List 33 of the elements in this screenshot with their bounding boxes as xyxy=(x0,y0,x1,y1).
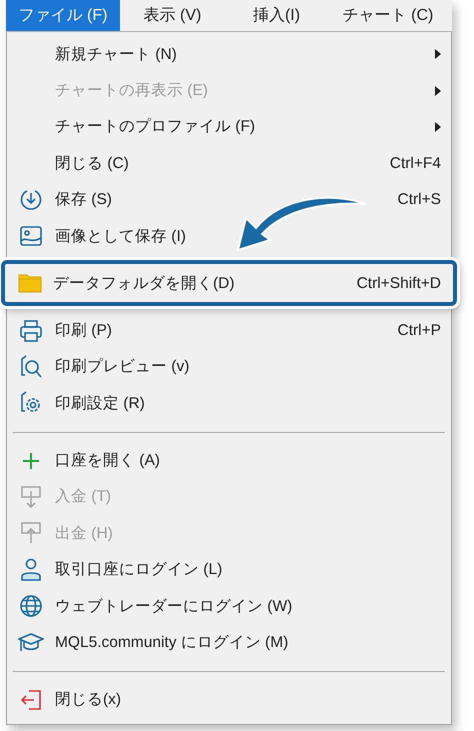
menu-item[interactable]: チャートのプロファイル (F) xyxy=(7,108,451,146)
menu-item[interactable]: 保存 (S) Ctrl+S xyxy=(7,182,451,218)
menu-bar-item[interactable]: チャート (C) xyxy=(328,0,448,31)
shortcut-text: Ctrl+F4 xyxy=(390,154,441,174)
globe-icon xyxy=(19,594,43,618)
shortcut-text: Ctrl+P xyxy=(398,320,441,341)
print-preview-icon xyxy=(19,354,43,379)
printer-icon xyxy=(19,318,43,343)
deposit-icon xyxy=(20,485,42,510)
menu-item[interactable]: 印刷プレビュー (v) xyxy=(7,348,451,386)
menu-item[interactable]: 閉じる (C) Ctrl+F4 xyxy=(7,145,451,182)
plus-icon xyxy=(21,450,41,471)
menu-bar-item[interactable]: ファイル (F) xyxy=(6,0,120,31)
save-icon xyxy=(19,188,43,212)
user-icon xyxy=(20,558,42,582)
menu-item[interactable]: データフォルダを開く(D) Ctrl+Shift+D xyxy=(1,260,457,306)
folder-icon xyxy=(18,273,42,294)
shortcut-text: Ctrl+Shift+D xyxy=(356,274,442,294)
menu-item[interactable]: 画像として保存 (I) xyxy=(7,218,451,254)
menu-bar-item[interactable]: 挿入(I) xyxy=(225,0,328,31)
menu-item[interactable]: 閉じる(x) xyxy=(7,682,451,718)
menu-item[interactable]: ウェブトレーダーにログイン (W) xyxy=(7,588,451,624)
withdraw-icon xyxy=(20,521,42,546)
menu-bar-item[interactable]: 表示 (V) xyxy=(120,0,225,31)
menu-item[interactable]: 印刷 (P) Ctrl+P xyxy=(7,312,451,349)
exit-icon xyxy=(19,688,43,712)
menu-item[interactable]: MQL5.community にログイン (M) xyxy=(7,624,451,661)
image-icon xyxy=(19,225,43,248)
menu-item[interactable]: 口座を開く (A) xyxy=(7,442,451,479)
shortcut-text: Ctrl+S xyxy=(398,190,441,210)
menu-item[interactable]: 取引口座にログイン (L) xyxy=(7,552,451,588)
menu-item[interactable]: 新規チャート (N) xyxy=(7,36,451,72)
menu-item[interactable]: 印刷設定 (R) xyxy=(7,385,451,422)
